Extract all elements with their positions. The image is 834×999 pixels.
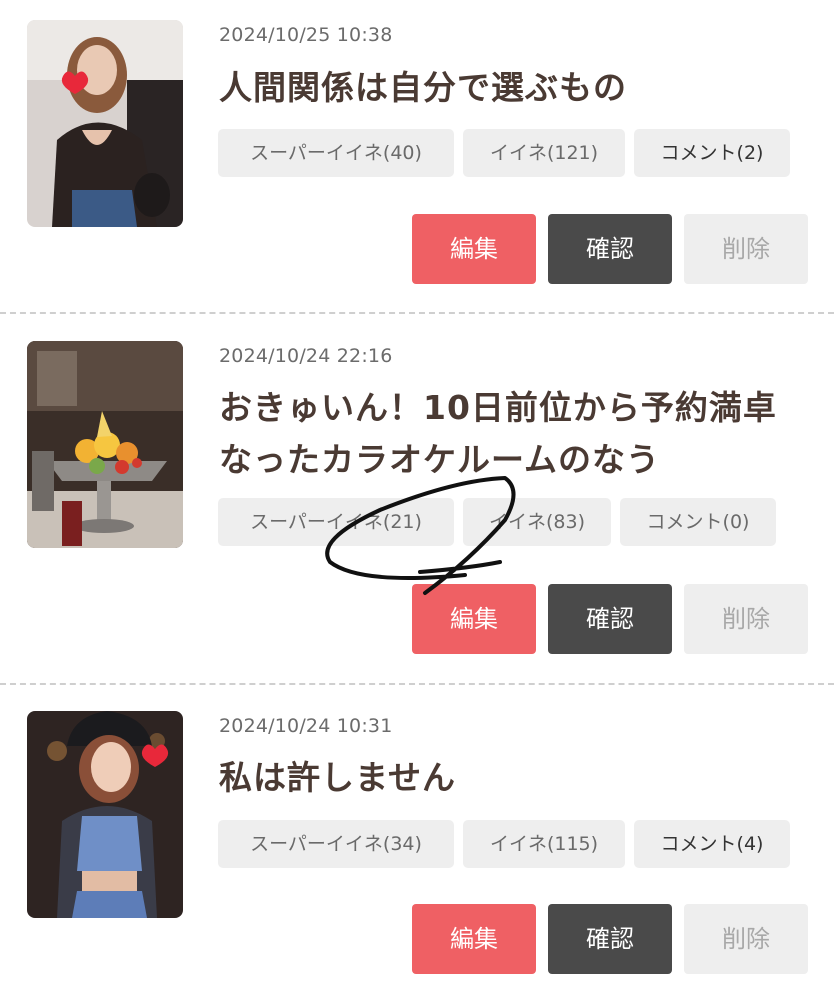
super-like-count[interactable]: スーパーイイネ(34) [218, 820, 454, 868]
like-count[interactable]: イイネ(115) [463, 820, 625, 868]
confirm-button[interactable]: 確認 [548, 904, 672, 974]
post-title-line: 私は許しません [219, 758, 457, 797]
post-title[interactable]: 私は許しません [219, 752, 819, 804]
delete-button[interactable]: 削除 [684, 904, 808, 974]
post-thumbnail[interactable] [27, 711, 183, 918]
edit-button[interactable]: 編集 [412, 904, 536, 974]
post-item: 2024/10/24 10:31 私は許しません スーパーイイネ(34) イイネ… [0, 0, 834, 999]
post-date: 2024/10/24 10:31 [219, 715, 393, 737]
comment-count[interactable]: コメント(4) [634, 820, 790, 868]
